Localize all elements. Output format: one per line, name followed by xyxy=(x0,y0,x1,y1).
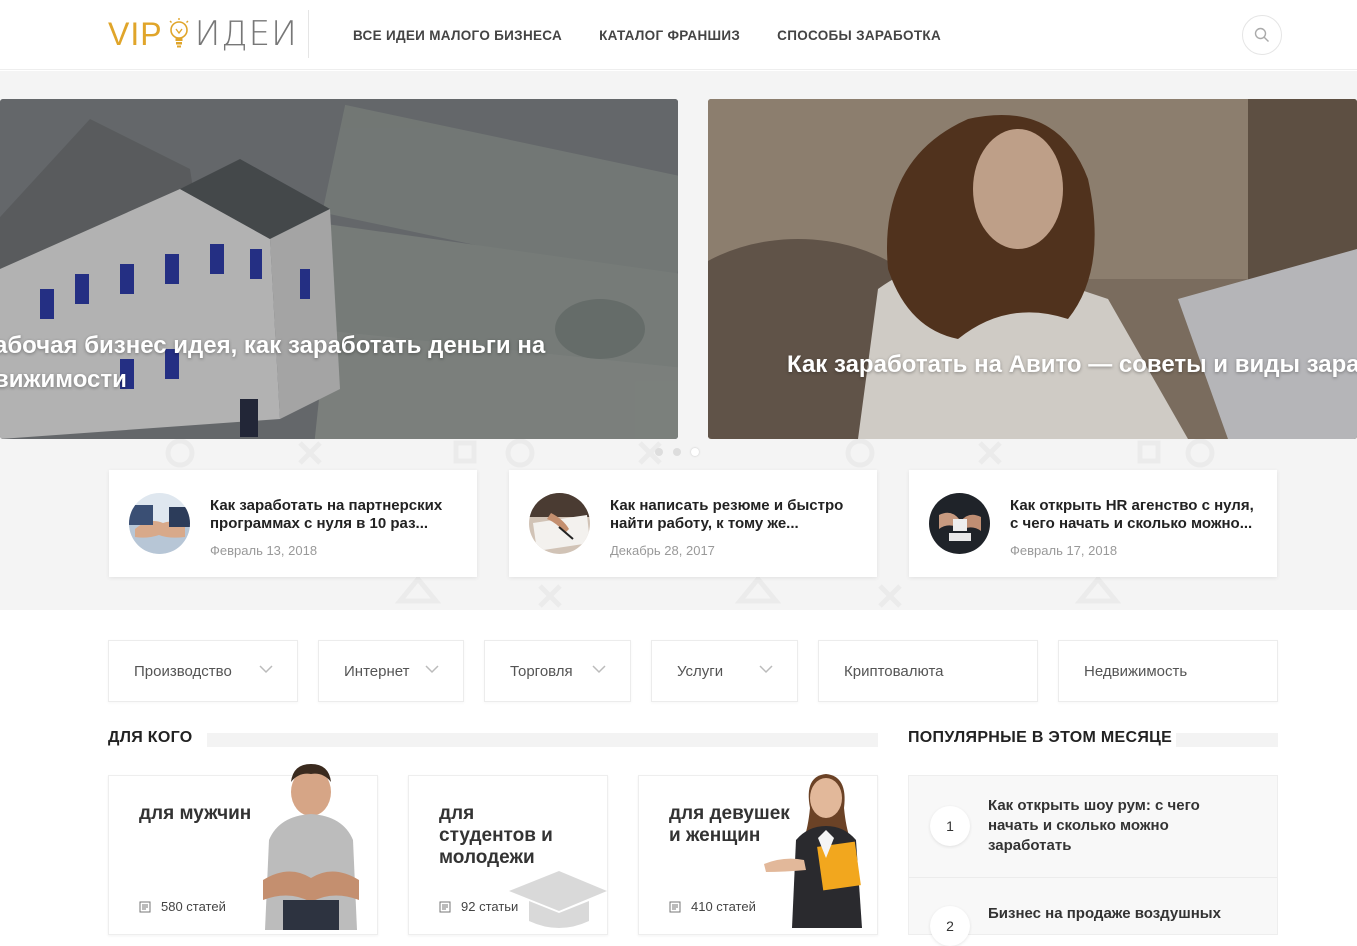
slider-slide-avito[interactable]: Как заработать на Авито — советы и виды … xyxy=(708,99,1357,439)
article-date: Февраль 17, 2018 xyxy=(1010,543,1118,558)
woman-laptop-image xyxy=(708,99,1357,439)
category-internet[interactable]: Интернет xyxy=(318,640,464,702)
slider-dot[interactable] xyxy=(655,448,663,456)
chevron-down-icon xyxy=(425,665,439,674)
article-thumbnail xyxy=(929,493,990,554)
popular-item-title[interactable]: Бизнес на продаже воздушных xyxy=(988,904,1228,924)
article-count: 580 статей xyxy=(139,899,226,914)
search-icon xyxy=(1254,27,1269,42)
article-thumbnail xyxy=(529,493,590,554)
chevron-down-icon xyxy=(592,665,606,674)
man-image xyxy=(263,764,359,930)
article-count: 92 статьи xyxy=(439,899,518,914)
featured-article-card[interactable]: Как заработать на партнерских программах… xyxy=(109,470,477,577)
logo-idei-text: ИДЕИ xyxy=(194,14,298,54)
popular-list: 1 Как открыть шоу рум: с чего начать и с… xyxy=(908,775,1278,946)
category-real-estate[interactable]: Недвижимость xyxy=(1058,640,1278,702)
logo-vip-text: VIP xyxy=(108,15,163,52)
main-nav: ВСЕ ИДЕИ МАЛОГО БИЗНЕСА КАТАЛОГ ФРАНШИЗ … xyxy=(353,0,978,70)
article-title[interactable]: Как написать резюме и быстро найти работ… xyxy=(610,497,865,533)
slider-dot[interactable] xyxy=(673,448,681,456)
audience-card-students[interactable]: для студентов и молодежи 92 статьи xyxy=(408,775,608,935)
site-logo[interactable]: VIP ИДЕИ xyxy=(108,12,298,56)
category-trade[interactable]: Торговля xyxy=(484,640,631,702)
popular-rank: 1 xyxy=(930,806,970,846)
section-title-audience: ДЛЯ КОГО xyxy=(108,729,193,746)
chevron-down-icon xyxy=(259,665,273,674)
article-title[interactable]: Как заработать на партнерских программах… xyxy=(210,497,465,533)
lightbulb-icon xyxy=(169,18,189,48)
popular-rank: 2 xyxy=(930,906,970,946)
woman-image xyxy=(764,774,862,928)
nav-all-ideas[interactable]: ВСЕ ИДЕИ МАЛОГО БИЗНЕСА xyxy=(353,28,562,43)
section-title-line xyxy=(1176,733,1278,747)
header-divider xyxy=(308,10,309,58)
article-thumbnail xyxy=(129,493,190,554)
slider-dots xyxy=(655,448,709,456)
nav-franchise-catalog[interactable]: КАТАЛОГ ФРАНШИЗ xyxy=(599,28,740,43)
slider-dot-active[interactable] xyxy=(691,448,699,456)
document-icon xyxy=(139,901,151,912)
document-icon xyxy=(669,901,681,912)
nav-earning-methods[interactable]: СПОСОБЫ ЗАРАБОТКА xyxy=(777,28,941,43)
section-title-popular: ПОПУЛЯРНЫЕ В ЭТОМ МЕСЯЦЕ xyxy=(908,729,1173,746)
article-date: Февраль 13, 2018 xyxy=(210,543,318,558)
featured-article-card[interactable]: Как открыть HR агенство с нуля, с чего н… xyxy=(909,470,1277,577)
article-title[interactable]: Как открыть HR агенство с нуля, с чего н… xyxy=(1010,497,1265,533)
article-count: 410 статей xyxy=(669,899,756,914)
category-production[interactable]: Производство xyxy=(108,640,298,702)
site-header: VIP ИДЕИ ВСЕ ИДЕИ МАЛОГО БИЗНЕСА КАТАЛОГ… xyxy=(0,0,1357,70)
article-date: Декабрь 28, 2017 xyxy=(610,543,715,558)
search-button[interactable] xyxy=(1242,15,1282,55)
section-title-line xyxy=(207,733,878,747)
chevron-down-icon xyxy=(759,665,773,674)
audience-card-men[interactable]: для мужчин 580 статей xyxy=(108,764,378,935)
audience-card-women[interactable]: для девушек и женщин 410 статей xyxy=(638,774,878,935)
slide-title[interactable]: Как заработать на Авито — советы и виды … xyxy=(787,348,1357,382)
popular-divider xyxy=(909,877,1277,878)
slider-slide-real-estate[interactable]: абочая бизнес идея, как заработать деньг… xyxy=(0,99,678,439)
featured-article-card[interactable]: Как написать резюме и быстро найти работ… xyxy=(509,470,877,577)
audience-card-title: для студентов и молодежи xyxy=(439,803,553,868)
hero-section: абочая бизнес идея, как заработать деньг… xyxy=(0,71,1357,610)
category-services[interactable]: Услуги xyxy=(651,640,798,702)
document-icon xyxy=(439,901,451,912)
audience-card-title: для мужчин xyxy=(139,803,252,824)
popular-item-title[interactable]: Как открыть шоу рум: с чего начать и ско… xyxy=(988,796,1228,856)
category-crypto[interactable]: Криптовалюта xyxy=(818,640,1038,702)
slide-title[interactable]: абочая бизнес идея, как заработать деньг… xyxy=(0,329,545,397)
